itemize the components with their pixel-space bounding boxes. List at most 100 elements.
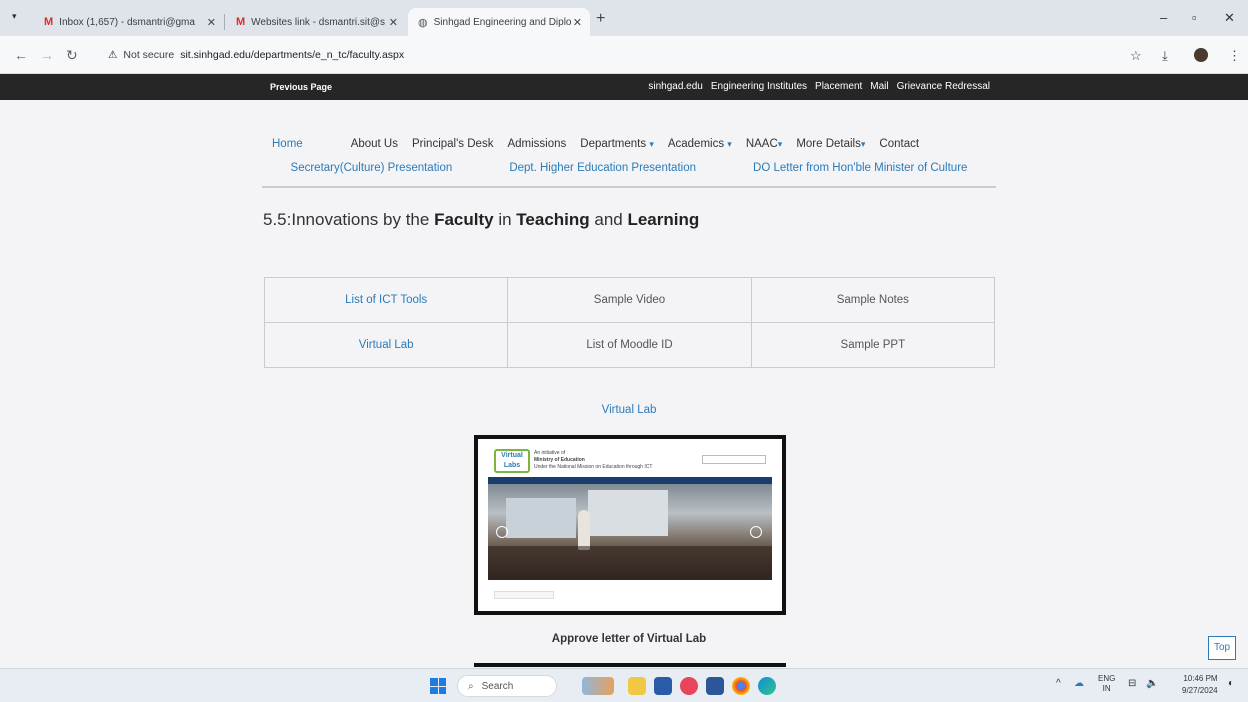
clock-time: 10:46 PM	[1183, 674, 1218, 683]
download-icon[interactable]: ⤓	[1162, 48, 1168, 64]
tab-search-icon[interactable]: ▾	[12, 11, 17, 22]
maximize-button[interactable]: ▫	[1192, 10, 1197, 25]
clock-date: 9/27/2024	[1182, 686, 1218, 695]
url-field[interactable]: ⚠ Not secure sit.sinhgad.edu/departments…	[100, 43, 1105, 67]
new-tab-button[interactable]: +	[596, 10, 605, 28]
ict-resources-table: List of ICT Tools Sample Video Sample No…	[263, 277, 996, 368]
windows-start-icon[interactable]	[430, 678, 446, 694]
warning-icon: ⚠	[108, 49, 118, 61]
volume-icon[interactable]: 🔈	[1146, 678, 1158, 689]
close-icon[interactable]: ✕	[389, 16, 398, 29]
nav-label: Admissions	[507, 138, 567, 150]
vl-line: Under the National Mission on Education …	[534, 464, 653, 470]
top-links: sinhgad.edu Engineering Institutes Place…	[648, 81, 990, 92]
virtual-lab-heading[interactable]: Virtual Lab	[0, 404, 1248, 416]
cell-sample-video[interactable]: Sample Video	[507, 277, 752, 323]
caret-down-icon: ▾	[860, 139, 866, 149]
nav-naac[interactable]: NAAC▾	[746, 138, 782, 150]
scroll-top-button[interactable]: Top	[1208, 636, 1236, 660]
tab-title: Sinhgad Engineering and Diplo	[433, 16, 572, 28]
word-icon[interactable]	[706, 677, 724, 695]
tab-websites-link[interactable]: M Websites link - dsmantri.sit@s ✕	[226, 8, 406, 36]
link-higher-education-presentation[interactable]: Dept. Higher Education Presentation	[509, 162, 696, 186]
carousel-next-icon	[750, 526, 762, 538]
vl-line: Ministry of Education	[534, 457, 585, 463]
link-ict-tools[interactable]: List of ICT Tools	[263, 277, 509, 323]
link-do-letter[interactable]: DO Letter from Hon'ble Minister of Cultu…	[753, 162, 967, 186]
caret-down-icon: ▾	[777, 139, 783, 149]
profile-avatar[interactable]	[1194, 48, 1208, 62]
main-nav: Home About Us Principal's Desk Admission…	[272, 138, 933, 150]
close-icon[interactable]: ✕	[573, 16, 582, 29]
minimize-button[interactable]: –	[1160, 10, 1167, 25]
nav-home[interactable]: Home	[272, 138, 303, 150]
forward-icon[interactable]: →	[40, 47, 54, 63]
title-part: Teaching	[516, 210, 590, 229]
url-text[interactable]: sit.sinhgad.edu/departments/e_n_tc/facul…	[180, 49, 404, 61]
chrome-icon[interactable]	[732, 677, 750, 695]
carousel-prev-icon	[496, 526, 508, 538]
bookmark-star-icon[interactable]: ☆	[1130, 48, 1142, 64]
nav-label: About Us	[350, 138, 398, 150]
link-secretary-presentation[interactable]: Secretary(Culture) Presentation	[291, 162, 453, 186]
clock[interactable]: 10:46 PM 9/27/2024	[1182, 673, 1218, 697]
chevron-up-icon[interactable]: ^	[1056, 678, 1061, 689]
title-part: 5.5:Innovations by the	[263, 210, 435, 229]
nav-label: Academics	[667, 138, 725, 150]
lang-code: ENG	[1098, 674, 1116, 683]
security-label[interactable]: Not secure	[123, 49, 174, 61]
previous-page-link[interactable]: Previous Page	[270, 82, 332, 92]
weather-icon[interactable]: ☁	[1074, 678, 1084, 689]
tab-title: Websites link - dsmantri.sit@s	[251, 16, 386, 28]
vl-search-box	[702, 455, 766, 464]
nav-principals-desk[interactable]: Principal's Desk	[412, 138, 493, 150]
widgets-icon[interactable]	[582, 677, 614, 695]
cell-sample-ppt[interactable]: Sample PPT	[750, 322, 996, 368]
nav-about-us[interactable]: About Us	[351, 138, 398, 150]
classroom-photo	[488, 484, 772, 580]
app-icon[interactable]	[680, 677, 698, 695]
link-virtual-lab[interactable]: Virtual Lab	[263, 322, 509, 368]
audience	[488, 546, 772, 580]
taskbar: ⌕ Search ^ ☁ ENG IN ⊟ 🔈 10:46 PM 9/27/20…	[0, 668, 1248, 702]
taskbar-search[interactable]: ⌕ Search	[457, 675, 557, 697]
tab-inbox[interactable]: M Inbox (1,657) - dsmantri@gma ✕	[34, 8, 224, 36]
back-icon[interactable]: ←	[14, 47, 28, 63]
nav-label: More Details	[796, 138, 861, 150]
nav-label: Departments	[580, 138, 647, 150]
top-link-grievance[interactable]: Grievance Redressal	[897, 81, 990, 92]
virtual-labs-logo: Virtual Labs	[494, 449, 530, 473]
tab-divider	[224, 14, 225, 30]
top-link-sinhgad[interactable]: sinhgad.edu	[648, 81, 703, 92]
cell-moodle-id[interactable]: List of Moodle ID	[507, 322, 752, 368]
file-explorer-icon[interactable]	[628, 677, 646, 695]
close-icon[interactable]: ✕	[207, 16, 216, 29]
nav-admissions[interactable]: Admissions	[507, 138, 566, 150]
store-icon[interactable]	[654, 677, 672, 695]
menu-kebab-icon[interactable]: ⋮	[1228, 48, 1241, 64]
top-link-engineering-institutes[interactable]: Engineering Institutes	[711, 81, 807, 92]
cell-sample-notes[interactable]: Sample Notes	[750, 277, 996, 323]
edge-icon[interactable]	[758, 677, 776, 695]
lang-region: IN	[1102, 684, 1111, 693]
language-indicator[interactable]: ENG IN	[1098, 674, 1115, 694]
title-part: Faculty	[434, 210, 494, 229]
nav-contact[interactable]: Contact	[879, 138, 919, 150]
nav-more-details[interactable]: More Details▾	[796, 138, 865, 150]
virtual-lab-screenshot[interactable]: Virtual Labs An initiative of Ministry o…	[474, 435, 786, 615]
network-icon[interactable]: ⊟	[1128, 678, 1136, 689]
notification-icon[interactable]: ◐	[1228, 678, 1234, 689]
tab-sinhgad[interactable]: ◍ Sinhgad Engineering and Diplo ✕	[408, 8, 590, 36]
tab-title: Inbox (1,657) - dsmantri@gma	[59, 16, 195, 28]
title-part: Learning	[627, 210, 700, 229]
browser-tab-bar: ▾ M Inbox (1,657) - dsmantri@gma ✕ M Web…	[0, 0, 1248, 36]
vl-menu-bar	[488, 477, 772, 484]
nav-academics[interactable]: Academics ▾	[668, 138, 732, 150]
reload-icon[interactable]: ↻	[66, 47, 78, 64]
address-bar: ← → ↻ ⚠ Not secure sit.sinhgad.edu/depar…	[0, 36, 1248, 74]
top-link-mail[interactable]: Mail	[870, 81, 888, 92]
nav-departments[interactable]: Departments ▾	[580, 138, 654, 150]
close-window-button[interactable]: ✕	[1224, 10, 1235, 26]
top-link-placement[interactable]: Placement	[815, 81, 862, 92]
gmail-icon: M	[236, 16, 246, 28]
